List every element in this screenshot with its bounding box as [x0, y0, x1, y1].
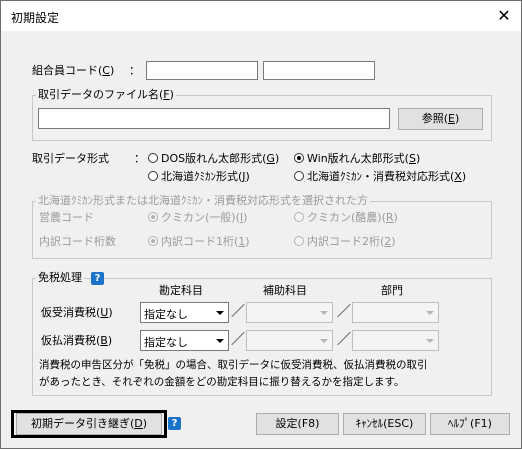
farm-radio-general[interactable]: クミカン(一般)(I) [148, 211, 247, 225]
chevron-down-icon [422, 331, 438, 350]
chevron-down-icon [422, 303, 438, 322]
radio-selected-icon [148, 212, 158, 222]
tax-paid-dept-select[interactable] [352, 330, 439, 351]
tax-group-legend: 免税処理 [36, 271, 84, 285]
col-dept-header: 部門 [381, 284, 403, 297]
separator-slash: ／ [231, 304, 245, 320]
farm-code-label: 営農コード [39, 211, 94, 224]
file-group-legend: 取引データのファイル名(F) [36, 88, 176, 102]
digit-radio-1[interactable]: 内訳コード1桁(1) [148, 235, 250, 249]
digit-radio-2[interactable]: 内訳コード2桁(2) [294, 235, 396, 249]
tax-paid-sub-select[interactable] [246, 330, 333, 351]
radio-circle-icon [148, 153, 158, 163]
carryover-help-icon[interactable]: ? [168, 417, 181, 430]
chevron-down-icon [316, 331, 332, 350]
digit-label: 内訳コード桁数 [39, 235, 116, 248]
member-code-label: 組合員コード(C) [32, 64, 115, 77]
format-label: 取引データ形式 [32, 152, 109, 165]
radio-circle-icon [294, 171, 304, 181]
chevron-down-icon [212, 331, 228, 350]
separator-slash: ／ [337, 304, 351, 320]
format-radio-win[interactable]: Win版れん太郎形式(S) [294, 152, 420, 166]
close-icon[interactable]: ✕ [493, 5, 515, 27]
format-radio-hokkaido[interactable]: 北海道ｸﾐｶﾝ形式(J) [148, 170, 250, 184]
ok-button[interactable]: 設定(F8) [256, 413, 339, 435]
select-value: 指定なし [144, 336, 188, 349]
radio-circle-icon [294, 236, 304, 246]
tax-paid-account-select[interactable]: 指定なし [140, 330, 229, 351]
format-colon: ： [134, 152, 145, 165]
dialog-window: 初期設定 ✕ 組合員コード(C) ： 取引データのファイル名(F) 参照(E) … [0, 0, 522, 449]
cancel-button[interactable]: ｷｬﾝｾﾙ(ESC) [343, 413, 426, 435]
col-sub-header: 補助科目 [263, 284, 307, 297]
tax-received-account-select[interactable]: 指定なし [140, 302, 229, 323]
file-name-input[interactable] [38, 108, 390, 129]
title-bar: 初期設定 ✕ [1, 1, 521, 31]
select-value: 指定なし [144, 308, 188, 321]
format-radio-dos[interactable]: DOS版れん太郎形式(G) [148, 152, 279, 166]
separator-slash: ／ [231, 332, 245, 348]
chevron-down-icon [212, 303, 228, 322]
separator-slash: ／ [337, 332, 351, 348]
tax-help-icon[interactable]: ? [91, 272, 104, 285]
col-account-header: 勘定科目 [159, 284, 203, 297]
radio-selected-icon [148, 236, 158, 246]
carryover-button[interactable]: 初期データ引き継ぎ(D) [16, 413, 162, 435]
radio-circle-icon [148, 171, 158, 181]
browse-button[interactable]: 参照(E) [398, 108, 483, 130]
tax-note-line2: があったとき、それぞれの金額をどの勘定科目に振り替えるかを指定します。 [39, 376, 405, 388]
member-code-input-2[interactable] [263, 61, 375, 80]
tax-received-label: 仮受消費税(U) [41, 306, 113, 319]
farm-radio-dairy[interactable]: クミカン(酪農)(R) [294, 211, 398, 225]
radio-selected-icon [294, 153, 304, 163]
chevron-down-icon [316, 303, 332, 322]
format-radio-hokkaido-tax[interactable]: 北海道ｸﾐｶﾝ・消費税対応形式(X) [294, 170, 466, 184]
help-button[interactable]: ﾍﾙﾌﾟ(F1) [430, 413, 510, 435]
member-code-colon: ： [129, 64, 140, 77]
tax-paid-label: 仮払消費税(B) [41, 334, 113, 347]
tax-note-line1: 消費税の申告区分が「免税」の場合、取引データに仮受消費税、仮払消費税の取引 [39, 359, 428, 371]
tax-received-sub-select[interactable] [246, 302, 333, 323]
member-code-input-1[interactable] [146, 61, 258, 80]
tax-received-dept-select[interactable] [352, 302, 439, 323]
hokkaido-group [32, 201, 492, 259]
radio-circle-icon [294, 212, 304, 222]
hokkaido-group-legend: 北海道ｸﾐｶﾝ形式または北海道ｸﾐｶﾝ・消費税対応形式を選択された方 [36, 194, 370, 208]
window-title: 初期設定 [11, 11, 60, 25]
